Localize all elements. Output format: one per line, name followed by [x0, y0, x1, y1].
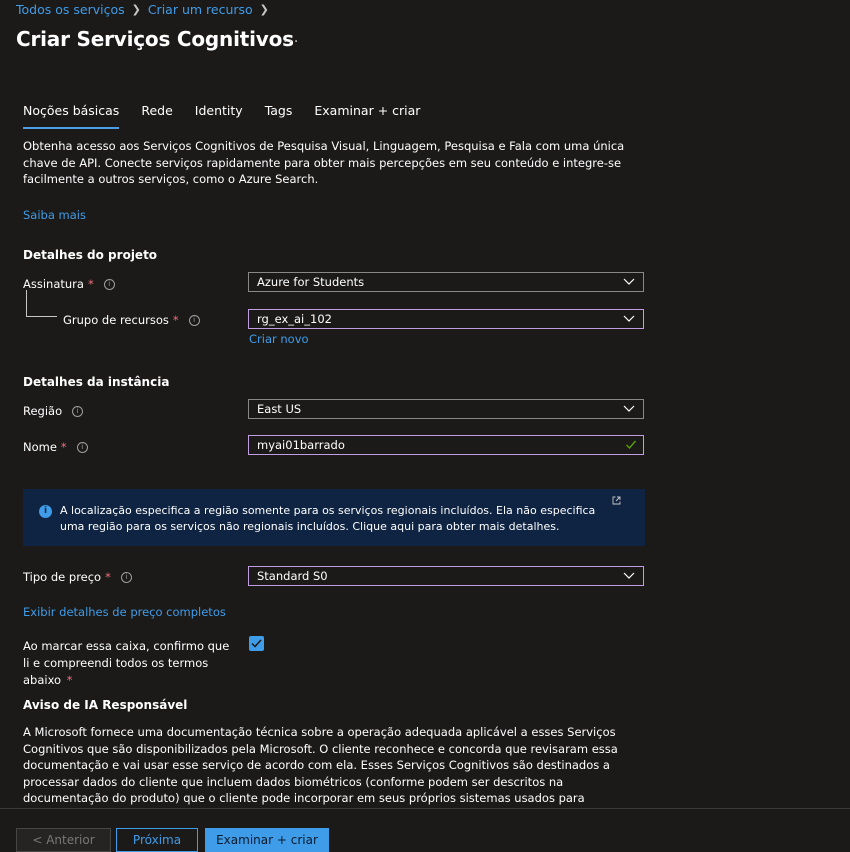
- region-label-text: Região: [23, 404, 63, 418]
- more-options-icon[interactable]: ...: [283, 30, 299, 46]
- pricing-tier-select[interactable]: Standard S0: [248, 566, 644, 586]
- responsible-ai-text: A Microsoft fornece uma documentação téc…: [23, 725, 618, 808]
- breadcrumb-create-resource[interactable]: Criar um recurso: [148, 2, 253, 17]
- info-banner-text: A localização especifica a região soment…: [60, 504, 596, 533]
- required-marker: *: [87, 277, 94, 291]
- tab-bar: Noções básicas Rede Identity Tags Examin…: [23, 103, 442, 129]
- required-marker: *: [60, 440, 67, 454]
- resource-group-label-text: Grupo de recursos: [63, 313, 169, 327]
- tab-review-create[interactable]: Examinar + criar: [314, 103, 420, 129]
- instance-details-heading: Detalhes da instância: [23, 375, 170, 389]
- chevron-down-icon: [623, 572, 635, 579]
- info-icon[interactable]: i: [188, 314, 200, 326]
- required-marker: *: [172, 313, 179, 327]
- subscription-value: Azure for Students: [257, 275, 365, 289]
- info-circle-icon: i: [39, 505, 52, 518]
- pricing-tier-label: Tipo de preço * i: [23, 570, 132, 584]
- project-details-heading: Detalhes do projeto: [23, 248, 158, 262]
- chevron-right-icon: ❯: [259, 3, 269, 16]
- resource-group-label: Grupo de recursos * i: [63, 313, 200, 327]
- footer-bar: < Anterior Próxima Examinar + criar: [0, 808, 850, 852]
- intro-text: Obtenha acesso aos Serviços Cognitivos d…: [23, 139, 625, 186]
- required-marker: *: [105, 570, 111, 584]
- tab-identity[interactable]: Identity: [195, 103, 243, 129]
- name-label-text: Nome: [23, 440, 57, 454]
- checkmark-icon: [626, 440, 637, 450]
- tree-connector: [26, 290, 57, 317]
- responsible-ai-heading: Aviso de IA Responsável: [23, 698, 188, 712]
- next-button[interactable]: Próxima: [116, 828, 198, 852]
- pricing-tier-value: Standard S0: [257, 569, 328, 583]
- subscription-label-text: Assinatura: [23, 277, 84, 291]
- review-create-button[interactable]: Examinar + criar: [205, 828, 329, 852]
- terms-label-text: Ao marcar essa caixa, confirmo que li e …: [23, 639, 230, 687]
- subscription-label: Assinatura * i: [23, 277, 115, 291]
- info-icon[interactable]: i: [103, 278, 115, 290]
- terms-checkbox[interactable]: [249, 636, 264, 651]
- info-icon[interactable]: i: [76, 441, 88, 453]
- name-value: myai01barrado: [257, 438, 345, 452]
- tab-network[interactable]: Rede: [141, 103, 172, 129]
- name-label: Nome * i: [23, 440, 88, 454]
- resource-group-value: rg_ex_ai_102: [257, 312, 332, 326]
- chevron-down-icon: [623, 315, 635, 322]
- required-marker: *: [66, 673, 73, 687]
- page-title: Criar Serviços Cognitivos: [16, 27, 294, 51]
- checkmark-icon: [251, 639, 262, 648]
- region-value: East US: [257, 402, 302, 416]
- previous-button[interactable]: < Anterior: [16, 828, 111, 852]
- external-link-icon[interactable]: [612, 496, 621, 505]
- info-icon[interactable]: i: [72, 405, 84, 417]
- chevron-down-icon: [623, 278, 635, 285]
- tab-basics[interactable]: Noções básicas: [23, 103, 120, 129]
- info-icon[interactable]: i: [120, 571, 132, 583]
- chevron-down-icon: [623, 405, 635, 412]
- region-label: Região i: [23, 404, 84, 418]
- subscription-select[interactable]: Azure for Students: [248, 272, 644, 292]
- resource-group-select[interactable]: rg_ex_ai_102: [248, 309, 644, 329]
- terms-label: Ao marcar essa caixa, confirmo que li e …: [23, 638, 238, 689]
- pricing-tier-label-text: Tipo de preço: [23, 570, 102, 584]
- pricing-details-link[interactable]: Exibir detalhes de preço completos: [23, 605, 226, 619]
- tab-tags[interactable]: Tags: [265, 103, 293, 129]
- info-banner[interactable]: i A localização especifica a região some…: [23, 489, 645, 546]
- chevron-right-icon: ❯: [131, 3, 141, 16]
- learn-more-link[interactable]: Saiba mais: [23, 208, 86, 222]
- breadcrumb-all-services[interactable]: Todos os serviços: [16, 2, 125, 17]
- region-select[interactable]: East US: [248, 399, 644, 419]
- breadcrumb: Todos os serviços ❯ Criar um recurso ❯: [16, 2, 276, 17]
- name-input[interactable]: myai01barrado: [248, 435, 644, 455]
- create-new-link[interactable]: Criar novo: [249, 332, 309, 346]
